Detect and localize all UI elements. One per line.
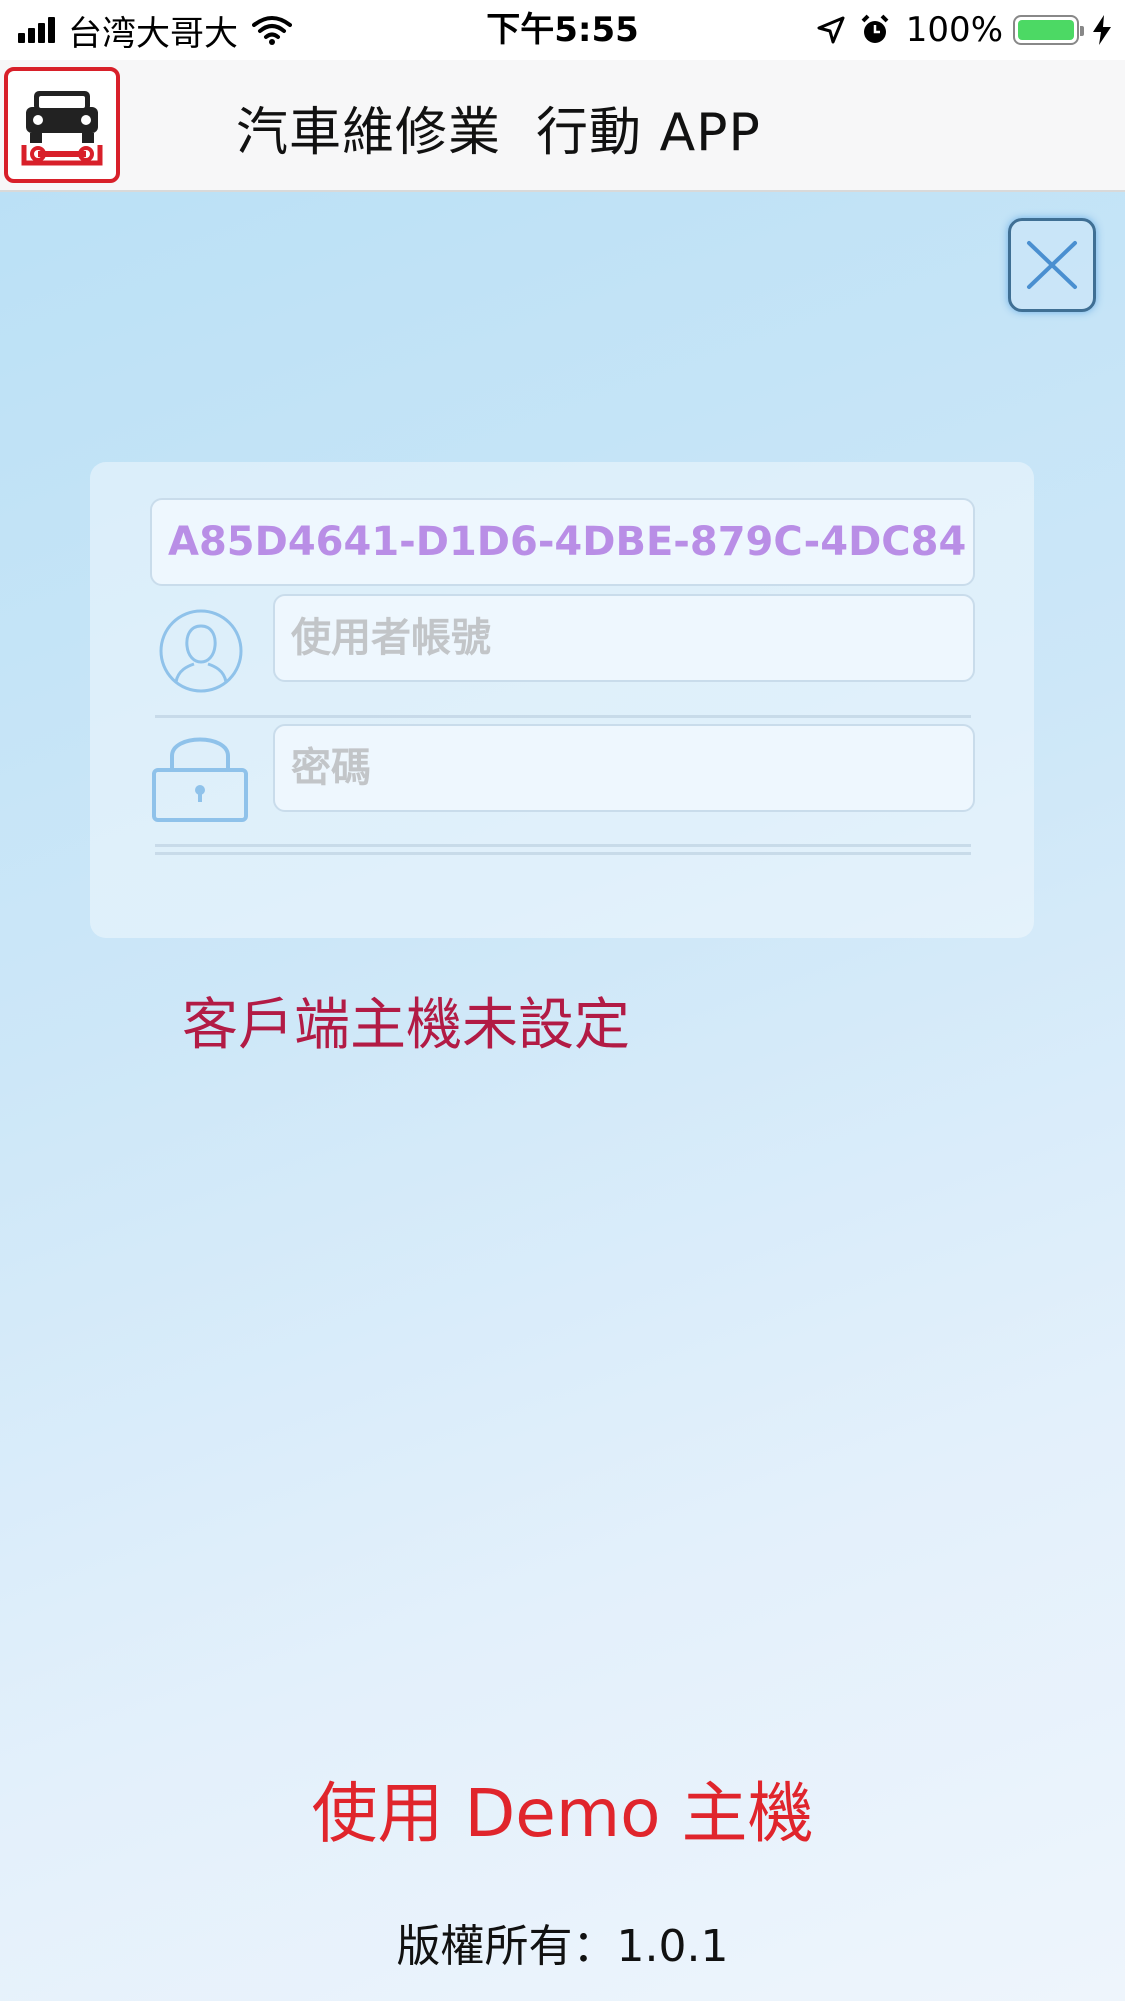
password-underline-secondary [155,852,971,855]
password-input[interactable]: 密碼 [273,724,975,812]
app-title: 汽車維修業 行動 APP [236,103,761,163]
location-arrow-icon [817,16,845,44]
server-not-configured-message: 客戶端主機未設定 [182,993,630,1058]
user-icon [156,606,246,696]
close-button[interactable] [1008,218,1096,312]
username-input[interactable]: 使用者帳號 [273,594,975,682]
car-repair-logo-icon [4,67,120,183]
battery-percent: 100% [905,10,1003,50]
app-header: 汽車維修業 行動 APP [0,60,1125,192]
password-underline [155,844,971,847]
username-underline [155,715,971,718]
use-demo-server-button[interactable]: 使用 Demo 主機 [0,1760,1125,1856]
status-bar: 台湾大哥大 下午5:55 100% [0,0,1125,60]
login-panel: A85D4641-D1D6-4DBE-879C-4DC84 使用者帳號 密碼 [90,462,1034,938]
status-right: 100% [816,8,1113,52]
charging-bolt-icon [1093,15,1111,45]
close-icon [1027,241,1077,289]
device-id-field[interactable]: A85D4641-D1D6-4DBE-879C-4DC84 [150,498,975,586]
alarm-clock-icon [861,14,889,43]
battery-fill [1018,20,1074,40]
copyright-version: 版權所有：1.0.1 [396,1921,729,1972]
battery-icon [1013,15,1084,45]
lock-icon [150,728,250,824]
